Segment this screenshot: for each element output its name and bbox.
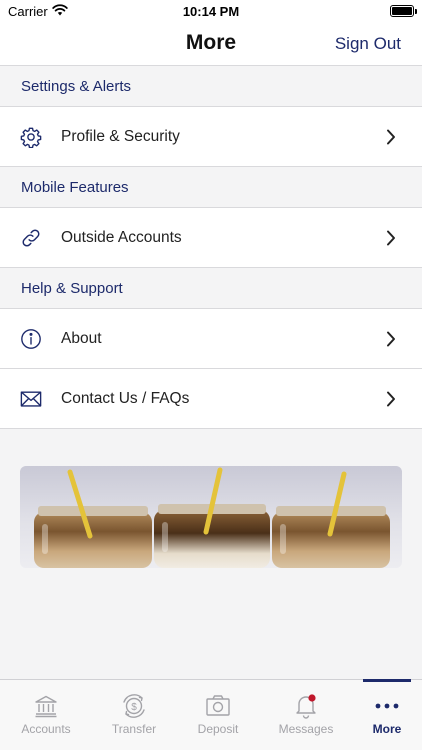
menu-item-outside-accounts[interactable]: Outside Accounts — [0, 208, 422, 268]
tab-accounts[interactable]: Accounts — [4, 680, 88, 750]
menu-item-label: Profile & Security — [61, 127, 180, 145]
menu-item-profile-security[interactable]: Profile & Security — [0, 107, 422, 167]
section-header-help-support: Help & Support — [0, 268, 422, 309]
chevron-right-icon — [387, 230, 395, 246]
more-icon — [345, 692, 422, 720]
promo-banner-image[interactable] — [20, 466, 402, 568]
tab-more[interactable]: More — [345, 680, 422, 750]
tab-label: Deposit — [197, 722, 239, 736]
transfer-icon: $ — [92, 692, 176, 720]
camera-icon — [176, 692, 260, 720]
envelope-icon — [20, 388, 42, 410]
svg-text:$: $ — [131, 702, 137, 713]
gear-icon — [20, 126, 42, 148]
tab-bar: Accounts $ Transfer Deposit Messages Mor… — [0, 679, 422, 750]
status-bar: Carrier 10:14 PM — [0, 0, 422, 24]
nav-bar: More Sign Out — [0, 24, 422, 66]
status-time: 10:14 PM — [182, 4, 240, 19]
tab-messages[interactable]: Messages — [264, 680, 348, 750]
battery-tip — [415, 9, 417, 14]
tab-label: Messages — [278, 722, 334, 736]
tab-label: Transfer — [111, 722, 157, 736]
menu-item-label: Contact Us / FAQs — [61, 389, 190, 407]
bank-icon — [4, 692, 88, 720]
tab-deposit[interactable]: Deposit — [176, 680, 260, 750]
menu-item-label: Outside Accounts — [61, 228, 182, 246]
chevron-right-icon — [387, 331, 395, 347]
section-header-mobile-features: Mobile Features — [0, 167, 422, 208]
info-icon — [20, 328, 42, 350]
menu-item-label: About — [61, 329, 102, 347]
sign-out-button[interactable]: Sign Out — [335, 34, 401, 54]
tab-label: More — [372, 722, 402, 736]
menu-item-contact-us-faqs[interactable]: Contact Us / FAQs — [0, 369, 422, 429]
tab-label: Accounts — [21, 722, 71, 736]
section-header-settings-alerts: Settings & Alerts — [0, 66, 422, 107]
chevron-right-icon — [387, 129, 395, 145]
tab-transfer[interactable]: $ Transfer — [92, 680, 176, 750]
menu-item-about[interactable]: About — [0, 309, 422, 369]
battery-icon — [390, 5, 414, 17]
link-icon — [20, 227, 42, 249]
bell-icon — [264, 692, 348, 720]
settings-list: Settings & Alerts Profile & Security Mob… — [0, 66, 422, 429]
chevron-right-icon — [387, 391, 395, 407]
